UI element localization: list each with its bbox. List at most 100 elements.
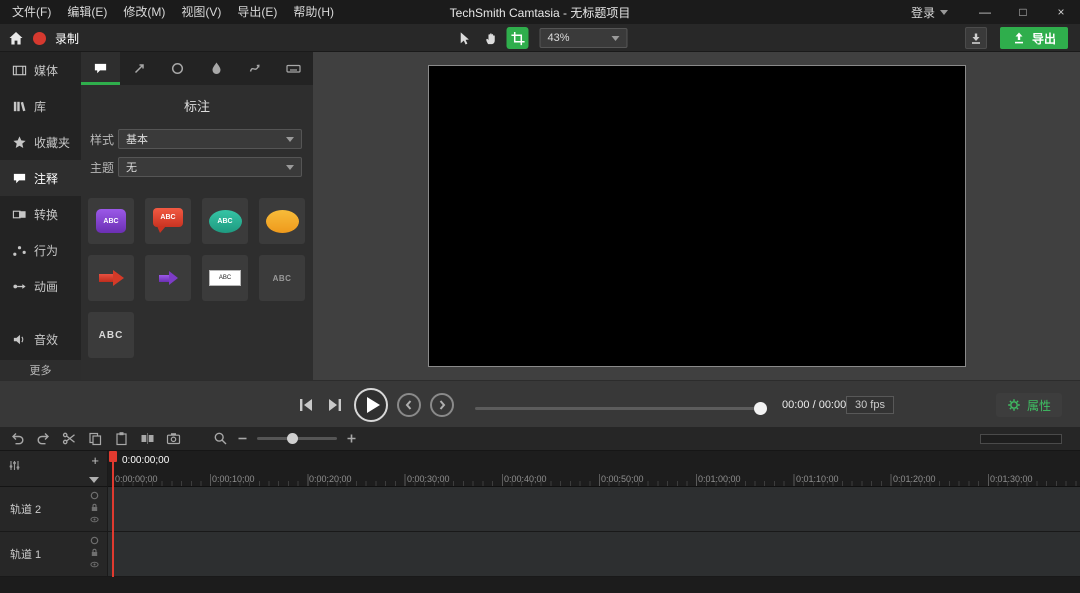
style-dropdown[interactable]: 基本 xyxy=(118,129,302,149)
home-icon[interactable] xyxy=(8,31,24,46)
tab-callouts[interactable] xyxy=(81,52,120,85)
next-frame-button[interactable] xyxy=(325,395,345,415)
copy-button[interactable] xyxy=(88,431,103,446)
sidebar-item-label: 行为 xyxy=(34,243,59,258)
tab-blur[interactable] xyxy=(197,52,236,85)
tab-sketch-motion[interactable] xyxy=(236,52,275,85)
track-lock-icon[interactable] xyxy=(90,503,99,512)
zoom-in-button[interactable] xyxy=(346,433,357,444)
login-label: 登录 xyxy=(910,5,935,20)
minimize-button[interactable]: — xyxy=(966,0,1004,24)
playhead-handle[interactable] xyxy=(109,451,117,462)
callout-purple-arrow[interactable] xyxy=(145,255,191,301)
theme-dropdown[interactable]: 无 xyxy=(118,157,302,177)
play-button[interactable] xyxy=(354,387,388,422)
sidebar-item-media[interactable]: 媒体 xyxy=(0,52,81,88)
ruler-tick-label: 0:01:00;00 xyxy=(698,474,741,484)
undo-button[interactable] xyxy=(10,431,25,446)
paste-button[interactable] xyxy=(114,431,129,446)
split-button[interactable] xyxy=(140,431,155,446)
sidebar-item-library[interactable]: 库 xyxy=(0,88,81,124)
timeline-minimap[interactable] xyxy=(980,434,1062,444)
video-preview[interactable] xyxy=(428,65,966,367)
sidebar-item-label: 库 xyxy=(34,99,47,114)
step-back-button[interactable] xyxy=(397,392,421,417)
ruler-tick-label: 0:01:20;00 xyxy=(893,474,936,484)
sidebar-item-animations[interactable]: 动画 xyxy=(0,268,81,304)
menu-view[interactable]: 视图(V) xyxy=(173,0,229,24)
track-visibility-icon[interactable] xyxy=(90,515,99,524)
tab-arrows[interactable] xyxy=(120,52,159,85)
record-label[interactable]: 录制 xyxy=(55,30,79,47)
playhead-time: 0:00:00;00 xyxy=(122,455,170,466)
step-forward-button[interactable] xyxy=(430,392,454,417)
callout-purple-rect[interactable]: ABC xyxy=(88,198,134,244)
callout-text-box[interactable]: ABC xyxy=(202,255,248,301)
track-content[interactable] xyxy=(108,487,1080,531)
sidebar-item-transitions[interactable]: 转换 xyxy=(0,196,81,232)
menu-items: 文件(F) 编辑(E) 修改(M) 视图(V) 导出(E) 帮助(H) xyxy=(0,0,342,24)
callout-red-bubble[interactable]: ABC xyxy=(145,198,191,244)
mixer-icon[interactable] xyxy=(8,459,21,472)
ruler-tick-label: 0:01:10;00 xyxy=(796,474,839,484)
tab-shapes[interactable] xyxy=(158,52,197,85)
download-button[interactable] xyxy=(964,27,987,49)
redo-button[interactable] xyxy=(36,431,51,446)
menu-modify[interactable]: 修改(M) xyxy=(115,0,173,24)
pointer-tool-button[interactable] xyxy=(453,27,475,49)
pan-tool-button[interactable] xyxy=(480,27,502,49)
sidebar-item-favorites[interactable]: 收藏夹 xyxy=(0,124,81,160)
previous-frame-button[interactable] xyxy=(296,395,316,415)
callout-keystroke-text[interactable]: ABC xyxy=(88,312,134,358)
login-menu[interactable]: 登录 xyxy=(893,4,966,21)
maximize-button[interactable]: □ xyxy=(1004,0,1042,24)
library-icon xyxy=(12,99,27,114)
snapshot-button[interactable] xyxy=(166,431,181,446)
tab-keystroke[interactable] xyxy=(274,52,313,85)
export-button[interactable]: 导出 xyxy=(999,27,1068,49)
track-lock-icon[interactable] xyxy=(90,548,99,557)
ruler-tick-label: 0:01:30;00 xyxy=(990,474,1033,484)
sidebar-item-audio-effects[interactable]: 音效 xyxy=(0,321,81,357)
magnifier-icon[interactable] xyxy=(213,431,228,446)
timeline-ruler[interactable]: 0:00:00;00 0:00:00;00 0:00:10;00 0:00:20… xyxy=(108,451,1080,487)
playhead[interactable] xyxy=(112,451,114,577)
track-visibility-icon[interactable] xyxy=(90,560,99,569)
cut-button[interactable] xyxy=(62,431,77,446)
menu-edit[interactable]: 编辑(E) xyxy=(59,0,115,24)
theme-value: 无 xyxy=(126,162,137,174)
canvas-area[interactable] xyxy=(313,52,1080,380)
callout-teal-cloud[interactable]: ABC xyxy=(202,198,248,244)
keyboard-icon xyxy=(286,64,301,73)
sidebar-item-annotations[interactable]: 注释 xyxy=(0,160,81,196)
callout-orange-cloud[interactable] xyxy=(259,198,305,244)
sketch-icon xyxy=(249,64,260,72)
camtasia-window: 文件(F) 编辑(E) 修改(M) 视图(V) 导出(E) 帮助(H) Tech… xyxy=(0,0,1080,593)
track-loop-icon[interactable] xyxy=(90,536,99,545)
record-icon[interactable] xyxy=(33,31,46,45)
callout-plain-text[interactable]: ABC xyxy=(259,255,305,301)
sidebar-item-behaviors[interactable]: 行为 xyxy=(0,232,81,268)
sidebar-item-label: 收藏夹 xyxy=(34,135,71,150)
seek-slider[interactable] xyxy=(475,402,767,415)
canvas-tools: 43% xyxy=(453,24,628,52)
zoom-level-dropdown[interactable]: 43% xyxy=(539,28,628,48)
timeline-zoom-slider[interactable] xyxy=(257,433,337,444)
close-button[interactable]: × xyxy=(1042,0,1080,24)
crop-tool-button[interactable] xyxy=(506,27,529,49)
timeline-zoom-handle[interactable] xyxy=(287,433,298,444)
menu-bar: 文件(F) 编辑(E) 修改(M) 视图(V) 导出(E) 帮助(H) Tech… xyxy=(0,0,1080,24)
chevron-right-icon xyxy=(439,399,446,410)
callout-red-arrow[interactable] xyxy=(88,255,134,301)
menu-help[interactable]: 帮助(H) xyxy=(285,0,342,24)
chevron-down-icon[interactable] xyxy=(89,477,99,483)
track-loop-icon[interactable] xyxy=(90,491,99,500)
menu-file[interactable]: 文件(F) xyxy=(4,0,59,24)
add-track-button[interactable]: + xyxy=(91,453,99,468)
zoom-out-button[interactable] xyxy=(237,433,248,444)
track-content[interactable] xyxy=(108,532,1080,576)
menu-export[interactable]: 导出(E) xyxy=(229,0,285,24)
properties-button[interactable]: 属性 xyxy=(995,393,1062,417)
seek-handle[interactable] xyxy=(754,402,767,415)
sidebar-more-button[interactable]: 更多 xyxy=(0,360,81,380)
